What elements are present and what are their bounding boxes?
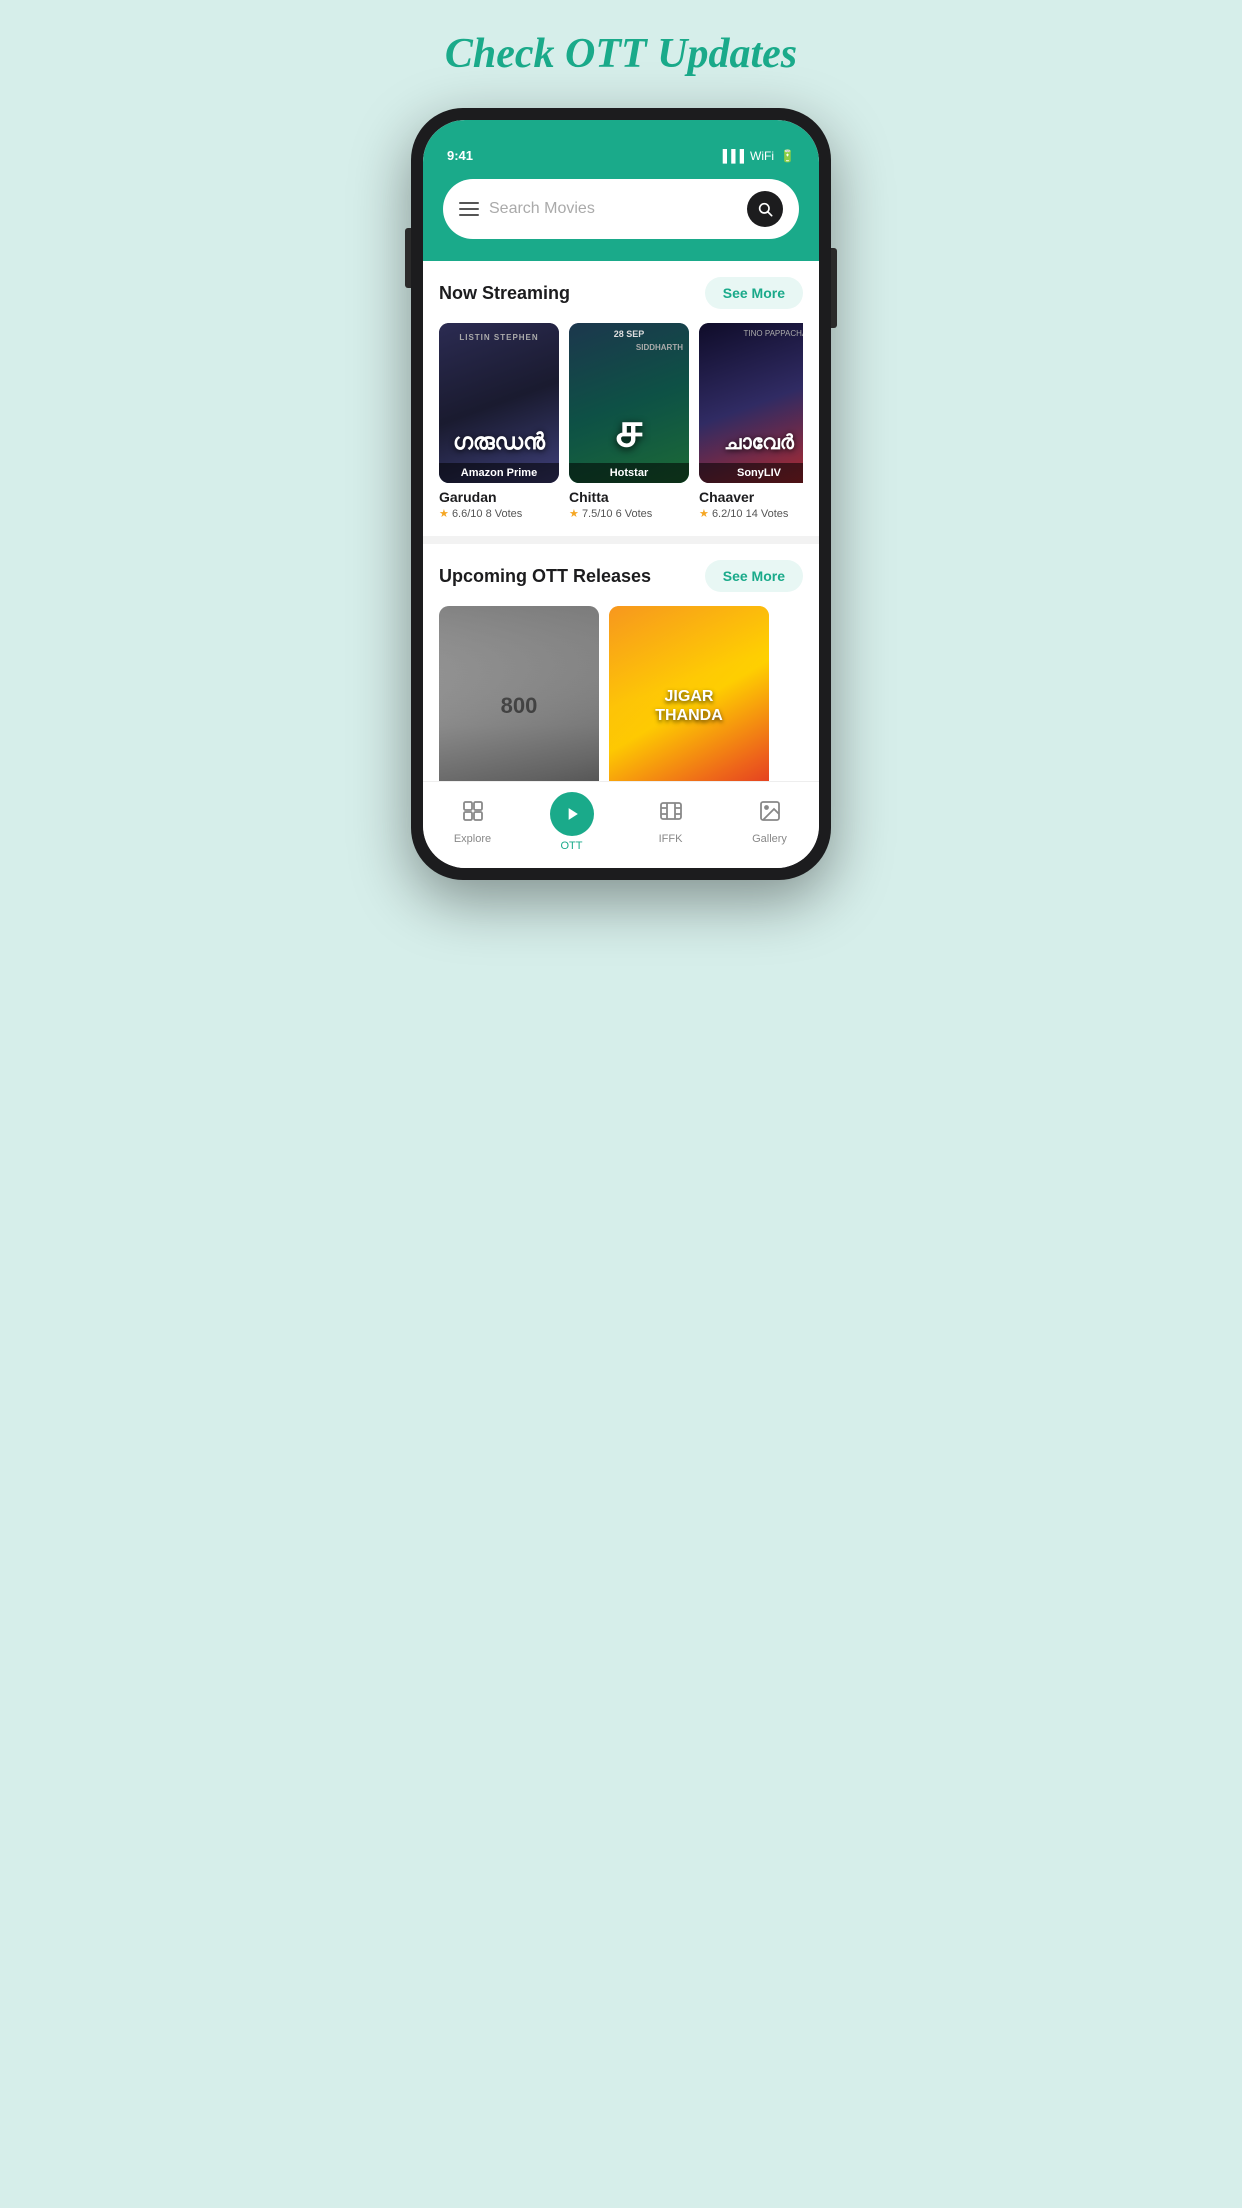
movie-card-800[interactable]: 800 Jio Cinema 800 Sat, 2 Dec ★ 7.0/10 1… xyxy=(439,606,599,781)
battery-icon: 🔋 xyxy=(780,149,795,163)
movie-card-chitta[interactable]: 28 SEP SIDDHARTH ச Hotstar Chitta ★ 7.5/… xyxy=(569,323,689,520)
chaaver-director: TINO PAPPACHAN xyxy=(744,329,804,338)
movie-poster-chitta: 28 SEP SIDDHARTH ச Hotstar xyxy=(569,323,689,483)
status-icons: ▐▐▐ WiFi 🔋 xyxy=(719,149,795,163)
movie-card-jigar[interactable]: JIGARTHANDA Netflix Jigarthanda Double X… xyxy=(609,606,769,781)
chitta-rating: ★ 7.5/10 6 Votes xyxy=(569,507,689,520)
movie-card-garudan[interactable]: LISTIN STEPHEN ഗരുഡൻ Amazon Prime Garuda… xyxy=(439,323,559,520)
chitta-title: Chitta xyxy=(569,489,689,505)
jigar-poster-art: JIGARTHANDA xyxy=(655,687,723,725)
search-bar[interactable]: Search Movies xyxy=(443,179,799,239)
menu-line-1 xyxy=(459,202,479,204)
menu-icon[interactable] xyxy=(459,202,479,216)
star-icon: ★ xyxy=(699,508,709,520)
menu-line-2 xyxy=(459,208,479,210)
gallery-label: Gallery xyxy=(752,833,787,845)
movie-card-chaaver[interactable]: TINO PAPPACHAN ചാവേർ SonyLIV Chaaver ★ 6… xyxy=(699,323,803,520)
content-area: Now Streaming See More LISTIN STEPHEN ഗര… xyxy=(423,261,819,781)
upcoming-title: Upcoming OTT Releases xyxy=(439,566,651,587)
explore-icon xyxy=(461,799,485,829)
status-time: 9:41 xyxy=(447,148,473,163)
nav-gallery[interactable]: Gallery xyxy=(740,799,800,845)
page-title: Check OTT Updates xyxy=(445,30,797,78)
movie-poster-chaaver: TINO PAPPACHAN ചാവേർ SonyLIV xyxy=(699,323,803,483)
chitta-platform: Hotstar xyxy=(569,463,689,483)
upcoming-header: Upcoming OTT Releases See More xyxy=(439,560,803,592)
ott-icon xyxy=(550,792,594,836)
chaaver-poster-art: ചാവേർ xyxy=(699,432,803,455)
now-streaming-list: LISTIN STEPHEN ഗരുഡൻ Amazon Prime Garuda… xyxy=(439,323,803,528)
phone-frame: 9:41 ▐▐▐ WiFi 🔋 Search Movies xyxy=(411,108,831,880)
section-divider xyxy=(423,536,819,544)
now-streaming-title: Now Streaming xyxy=(439,283,570,304)
chaaver-platform: SonyLIV xyxy=(699,463,803,483)
iffk-icon xyxy=(659,799,683,829)
chaaver-title: Chaaver xyxy=(699,489,803,505)
garudan-platform: Amazon Prime xyxy=(439,463,559,483)
upcoming-list: 800 Jio Cinema 800 Sat, 2 Dec ★ 7.0/10 1… xyxy=(439,606,803,781)
gallery-icon xyxy=(758,799,782,829)
ott-label: OTT xyxy=(561,840,583,852)
menu-line-3 xyxy=(459,214,479,216)
chitta-date-art: 28 SEP xyxy=(569,329,689,339)
garudan-rating: ★ 6.6/10 8 Votes xyxy=(439,507,559,520)
now-streaming-see-more[interactable]: See More xyxy=(705,277,803,309)
star-icon: ★ xyxy=(439,508,449,520)
explore-label: Explore xyxy=(454,833,491,845)
signal-icon: ▐▐▐ xyxy=(719,149,745,163)
movie-poster-garudan: LISTIN STEPHEN ഗരുഡൻ Amazon Prime xyxy=(439,323,559,483)
now-streaming-header: Now Streaming See More xyxy=(439,277,803,309)
search-button[interactable] xyxy=(747,191,783,227)
app-header: 9:41 ▐▐▐ WiFi 🔋 Search Movies xyxy=(423,120,819,261)
iffk-label: IFFK xyxy=(659,833,683,845)
movie-poster-800: 800 Jio Cinema xyxy=(439,606,599,781)
nav-explore[interactable]: Explore xyxy=(443,799,503,845)
chitta-director: SIDDHARTH xyxy=(636,343,683,352)
upcoming-ott-section: Upcoming OTT Releases See More 800 Jio C… xyxy=(423,544,819,781)
bottom-nav: Explore OTT xyxy=(423,781,819,868)
chitta-poster-art: ச xyxy=(569,407,689,455)
chaaver-rating: ★ 6.2/10 14 Votes xyxy=(699,507,803,520)
upcoming-see-more[interactable]: See More xyxy=(705,560,803,592)
garudan-poster-art: ഗരുഡൻ xyxy=(439,429,559,455)
nav-iffk[interactable]: IFFK xyxy=(641,799,701,845)
garudan-title: Garudan xyxy=(439,489,559,505)
status-bar: 9:41 ▐▐▐ WiFi 🔋 xyxy=(443,148,799,163)
phone-screen: 9:41 ▐▐▐ WiFi 🔋 Search Movies xyxy=(423,120,819,868)
wifi-icon: WiFi xyxy=(750,149,774,163)
search-input[interactable]: Search Movies xyxy=(489,200,737,218)
now-streaming-section: Now Streaming See More LISTIN STEPHEN ഗര… xyxy=(423,261,819,536)
star-icon: ★ xyxy=(569,508,579,520)
nav-ott[interactable]: OTT xyxy=(542,792,602,852)
movie-poster-jigar: JIGARTHANDA Netflix xyxy=(609,606,769,781)
